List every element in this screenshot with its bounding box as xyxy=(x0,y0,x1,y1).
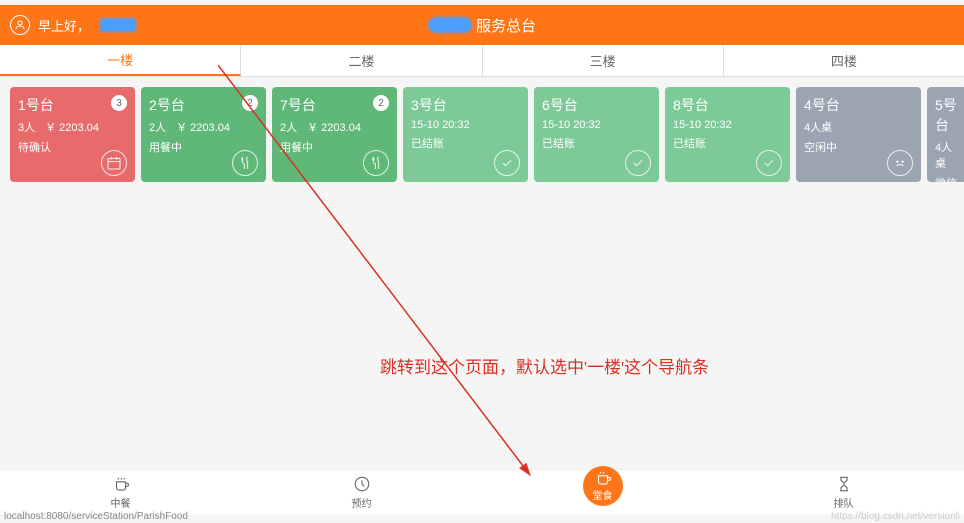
floor-tabs: 一楼 二楼 三楼 四楼 xyxy=(0,45,964,77)
table-status: 已结账 xyxy=(411,135,520,151)
status-url: localhost:8080/serviceStation/ParishFood xyxy=(4,511,188,522)
footer-item-queue[interactable]: 排队 xyxy=(723,475,964,510)
table-time: 15-10 20:32 xyxy=(411,119,520,131)
footer-label: 预约 xyxy=(352,495,372,510)
tab-floor-4[interactable]: 四楼 xyxy=(724,45,964,76)
table-info: 2人￥ 2203.04 xyxy=(280,119,389,135)
table-card[interactable]: 8号台 15-10 20:32 已结账 xyxy=(665,87,790,182)
footer-label: 排队 xyxy=(834,495,854,510)
table-info: 3人￥ 2203.04 xyxy=(18,119,127,135)
table-name: 5号台 xyxy=(935,95,959,135)
header: 早上好， 服务总台 xyxy=(0,5,964,45)
footer-label: 堂食 xyxy=(593,487,613,502)
table-people: 4人桌 xyxy=(804,119,913,135)
footer-item-lunch[interactable]: 中餐 xyxy=(0,475,241,510)
status-watermark: https://blog.csdn.net/versionli xyxy=(831,511,960,522)
header-left: 早上好， xyxy=(10,15,136,35)
table-card[interactable]: 3号台 15-10 20:32 已结账 xyxy=(403,87,528,182)
table-card[interactable]: 4号台 4人桌 空闲中 xyxy=(796,87,921,182)
table-card[interactable]: 6号台 15-10 20:32 已结账 xyxy=(534,87,659,182)
greeting-text: 早上好， xyxy=(38,16,90,35)
tab-floor-3[interactable]: 三楼 xyxy=(483,45,724,76)
fork-icon xyxy=(363,150,389,176)
table-status: 微信支付 xyxy=(935,175,959,182)
table-time: 15-10 20:32 xyxy=(673,119,782,131)
footer-label: 中餐 xyxy=(111,495,131,510)
cup-icon xyxy=(594,469,612,487)
check-icon xyxy=(756,150,782,176)
title-prefix-blur xyxy=(428,17,472,33)
table-time: 15-10 20:32 xyxy=(542,119,651,131)
calendar-icon xyxy=(101,150,127,176)
check-icon xyxy=(625,150,651,176)
table-people: 4人桌 xyxy=(935,139,959,171)
hourglass-icon xyxy=(835,475,853,493)
table-badge: 2 xyxy=(373,95,389,111)
table-card[interactable]: 1号台 3 3人￥ 2203.04 待确认 xyxy=(10,87,135,182)
footer-item-dinein[interactable]: 堂食 xyxy=(482,480,723,506)
clock-icon xyxy=(353,475,371,493)
fork-icon xyxy=(232,150,258,176)
table-card[interactable]: 2号台 2 2人￥ 2203.04 用餐中 xyxy=(141,87,266,182)
table-badge: 2 xyxy=(242,95,258,111)
face-icon xyxy=(887,150,913,176)
header-title: 服务总台 xyxy=(428,15,536,36)
check-icon xyxy=(494,150,520,176)
greeting-name-blur xyxy=(100,18,136,32)
footer-active-circle: 堂食 xyxy=(583,466,623,506)
table-cards: 1号台 3 3人￥ 2203.04 待确认 2号台 2 2人￥ 2203.04 … xyxy=(0,77,964,192)
table-info: 2人￥ 2203.04 xyxy=(149,119,258,135)
status-bar: localhost:8080/serviceStation/ParishFood… xyxy=(0,509,964,523)
user-icon xyxy=(10,15,30,35)
table-name: 8号台 xyxy=(673,95,782,115)
title-suffix: 服务总台 xyxy=(476,15,536,36)
table-card[interactable]: 5号台 4人桌 微信支付 xyxy=(927,87,964,182)
footer-item-reserve[interactable]: 预约 xyxy=(241,475,482,510)
table-name: 3号台 xyxy=(411,95,520,115)
cup-icon xyxy=(112,475,130,493)
tab-floor-2[interactable]: 二楼 xyxy=(241,45,482,76)
table-name: 6号台 xyxy=(542,95,651,115)
table-name: 4号台 xyxy=(804,95,913,115)
table-card[interactable]: 7号台 2 2人￥ 2203.04 用餐中 xyxy=(272,87,397,182)
table-status: 已结账 xyxy=(673,135,782,151)
tab-floor-1[interactable]: 一楼 xyxy=(0,45,241,76)
annotation-text: 跳转到这个页面，默认选中'一楼'这个导航条 xyxy=(380,353,709,378)
table-status: 已结账 xyxy=(542,135,651,151)
table-badge: 3 xyxy=(111,95,127,111)
